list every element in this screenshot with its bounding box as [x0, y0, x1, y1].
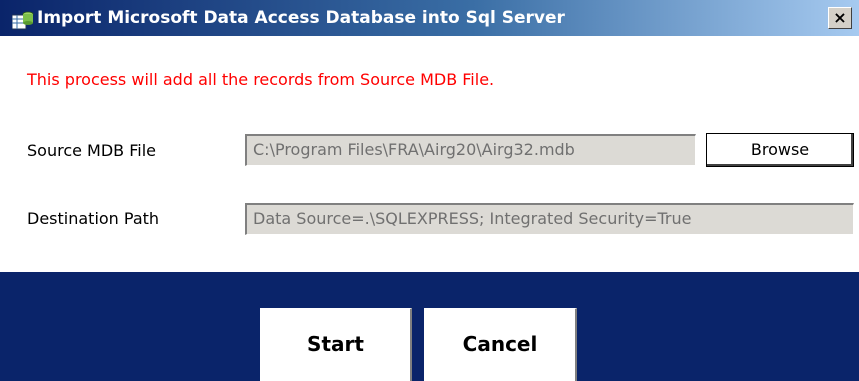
- title-bar: Import Microsoft Data Access Database in…: [0, 0, 859, 36]
- destination-path-field[interactable]: Data Source=.\SQLEXPRESS; Integrated Sec…: [245, 203, 854, 235]
- window-title: Import Microsoft Data Access Database in…: [37, 8, 565, 28]
- browse-button[interactable]: Browse: [706, 133, 854, 167]
- close-button[interactable]: ×: [828, 7, 852, 29]
- database-app-icon: [12, 11, 34, 30]
- source-mdb-label: Source MDB File: [27, 141, 156, 160]
- destination-path-label: Destination Path: [27, 209, 160, 228]
- close-icon: ×: [833, 8, 847, 27]
- cancel-button[interactable]: Cancel: [424, 308, 577, 381]
- source-mdb-field[interactable]: C:\Program Files\FRA\Airg20\Airg32.mdb: [245, 134, 696, 166]
- start-button[interactable]: Start: [260, 308, 412, 381]
- info-message: This process will add all the records fr…: [27, 70, 495, 89]
